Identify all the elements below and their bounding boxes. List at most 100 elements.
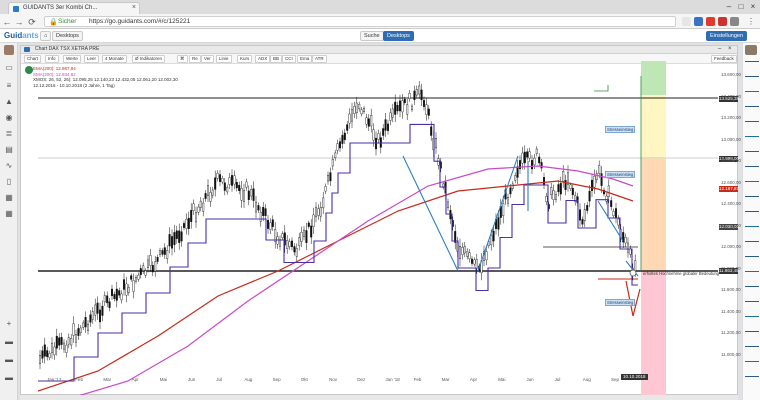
app-tile-icon[interactable]	[745, 136, 759, 146]
avatar[interactable]	[745, 45, 757, 55]
maximize-icon[interactable]: □	[736, 2, 746, 11]
guidants-logo[interactable]: Guidants	[4, 31, 39, 40]
candle-body	[77, 328, 80, 336]
back-icon[interactable]: ←	[2, 17, 12, 27]
candle-body	[218, 174, 221, 182]
document-icon[interactable]: ▯	[4, 177, 14, 187]
folder-icon[interactable]: ▬	[4, 355, 14, 365]
candle-body	[351, 109, 354, 122]
forward-icon[interactable]: →	[14, 17, 24, 27]
desktops-left-button[interactable]: Desktops	[52, 31, 83, 41]
candle-body	[396, 104, 399, 112]
candle-body	[209, 192, 212, 202]
reload-icon[interactable]: ⟳	[27, 17, 37, 27]
folder-icon[interactable]: ▬	[4, 337, 14, 347]
lines-icon[interactable]: ≣	[4, 129, 14, 139]
candle-body	[122, 279, 125, 290]
price-axis-tick: 12.200,00	[721, 222, 742, 228]
home-button[interactable]: ⌂	[40, 31, 52, 41]
chart-icon[interactable]: ▤	[4, 145, 14, 155]
app-tile-icon[interactable]	[745, 256, 759, 266]
candle-body	[391, 108, 394, 118]
minimize-icon[interactable]: –	[724, 2, 734, 11]
candle-body	[612, 211, 615, 217]
app-tile-icon[interactable]	[745, 361, 759, 371]
candle-body	[106, 295, 109, 304]
list-icon[interactable]: ≡	[4, 81, 14, 91]
app-tile-icon[interactable]	[745, 61, 759, 71]
app-tile-icon[interactable]	[745, 121, 759, 131]
grid-icon[interactable]: ▦	[4, 209, 14, 219]
chart-titlebar: Chart DAX TSX XETRA PRE – ×	[21, 46, 737, 54]
app-tile-icon[interactable]	[745, 76, 759, 86]
settings-button[interactable]: Einstellungen	[706, 31, 748, 41]
bookmark-star-icon[interactable]	[682, 17, 691, 26]
extension-icon[interactable]	[706, 17, 715, 26]
cards-icon[interactable]: ▦	[4, 193, 14, 203]
time-axis-tick: Apr	[131, 377, 139, 382]
app-tile-icon[interactable]	[745, 166, 759, 176]
adblock-icon[interactable]	[718, 17, 727, 26]
search-button[interactable]: Suche	[360, 31, 384, 41]
app-tile-icon[interactable]	[745, 271, 759, 281]
candle-body	[605, 195, 608, 202]
address-bar[interactable]: 🔒 Sicher https://go.guidants.com/#/c/125…	[44, 16, 676, 27]
close-tab-icon[interactable]: ×	[132, 4, 136, 11]
plus-icon[interactable]: +	[4, 319, 14, 329]
app-tile-icon[interactable]	[745, 181, 759, 191]
time-axis-tick: Feb	[75, 377, 83, 382]
time-axis-tick: Jul	[554, 377, 561, 382]
candle-body	[130, 275, 133, 280]
trailing-stop-line	[38, 123, 638, 382]
app-tile-icon[interactable]	[745, 286, 759, 296]
candle-body	[331, 158, 334, 167]
window-minimize-icon[interactable]: –	[718, 46, 721, 52]
app-tile-icon[interactable]	[745, 106, 759, 116]
candle-body	[79, 327, 82, 333]
browser-tab[interactable]: GUIDANTS 3er Kombi Ch... ×	[8, 2, 140, 14]
candle-body	[170, 236, 173, 249]
browser-menu-icon[interactable]: ⋮	[746, 17, 756, 27]
candle-body	[557, 184, 560, 192]
candle-body	[610, 200, 613, 207]
app-tile-icon[interactable]	[745, 346, 759, 356]
candle-body	[118, 290, 121, 296]
candle-body	[110, 288, 113, 297]
app-tile-icon[interactable]	[745, 226, 759, 236]
candle-body	[238, 184, 241, 191]
eye-icon[interactable]: ◉	[4, 113, 14, 123]
app-tile-icon[interactable]	[745, 211, 759, 221]
candle-body	[146, 259, 149, 269]
extension-icon[interactable]	[730, 17, 739, 26]
candle-body	[307, 222, 310, 227]
browser-toolbar: ← → ⟳ 🔒 Sicher https://go.guidants.com/#…	[0, 14, 760, 29]
bell-icon[interactable]: ▲	[4, 97, 14, 107]
candle-body	[543, 177, 546, 185]
app-tile-icon[interactable]	[745, 331, 759, 341]
app-tile-icon[interactable]	[745, 151, 759, 161]
candle-body	[137, 274, 140, 280]
app-tile-icon[interactable]	[745, 196, 759, 206]
desktops-active-button[interactable]: Desktops	[383, 31, 414, 41]
candle-body	[615, 208, 618, 218]
app-tile-icon[interactable]	[745, 316, 759, 326]
wave-icon[interactable]: ∿	[4, 161, 14, 171]
extension-icon[interactable]	[694, 17, 703, 26]
folder-icon[interactable]: ▬	[4, 373, 14, 383]
candle-body	[341, 135, 344, 144]
window-close-icon[interactable]: ×	[728, 46, 732, 52]
app-tile-icon[interactable]	[745, 376, 759, 386]
price-chart[interactable]	[38, 61, 718, 396]
candle-body	[190, 209, 193, 222]
close-window-icon[interactable]: ×	[748, 2, 758, 11]
app-tile-icon[interactable]	[745, 91, 759, 101]
monitor-icon[interactable]: ▭	[4, 63, 14, 73]
app-tile-icon[interactable]	[745, 241, 759, 251]
avatar[interactable]	[4, 45, 14, 55]
candle-body	[413, 90, 416, 100]
candle-body	[545, 196, 548, 203]
candle-body	[63, 342, 66, 350]
candle-body	[334, 152, 337, 159]
candle-body	[593, 175, 596, 188]
app-tile-icon[interactable]	[745, 301, 759, 311]
